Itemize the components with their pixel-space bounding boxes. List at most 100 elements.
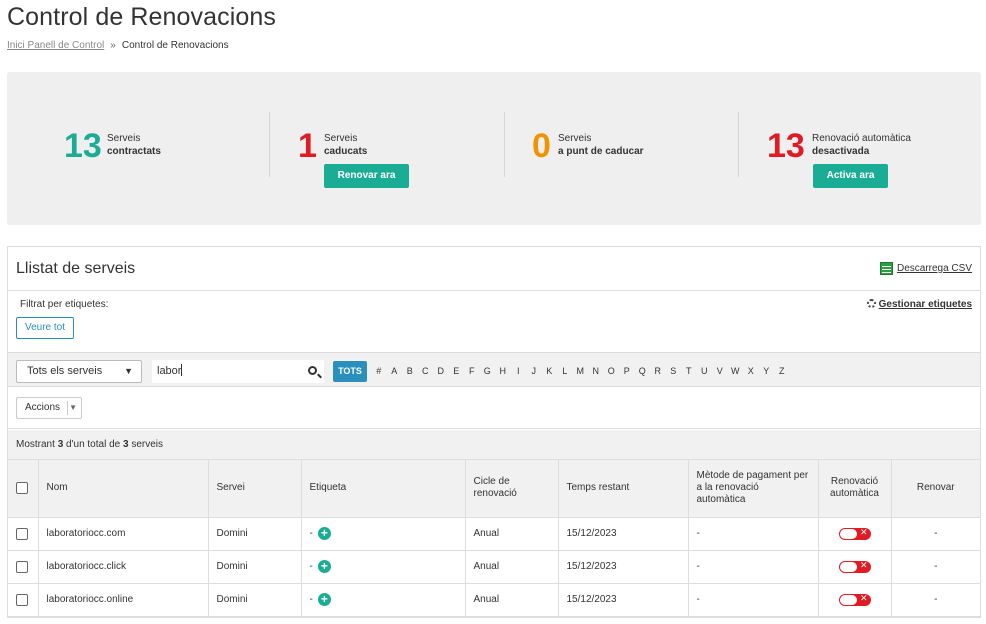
add-tag-icon[interactable]: +: [317, 527, 331, 540]
column-header-name[interactable]: Nom: [38, 460, 209, 518]
select-all-cell: [8, 460, 39, 518]
letter-filter-item[interactable]: I: [511, 361, 527, 382]
autorenew-toggle[interactable]: ✕: [838, 593, 871, 606]
letter-filter-item[interactable]: J: [526, 361, 542, 382]
results-count-suffix: serveis: [131, 439, 164, 450]
letter-filter-item[interactable]: V: [712, 361, 728, 382]
services-table: Nom Servei Etiqueta Cicle de renovació T…: [8, 460, 980, 617]
letter-filter-all[interactable]: TOTS: [333, 361, 367, 382]
row-service: Domini: [208, 550, 302, 584]
service-type-select[interactable]: Tots els serveis ▼: [16, 360, 142, 383]
manage-tags-label: Gestionar etiquetes: [878, 299, 972, 310]
stat-contracted-label: Serveis: [107, 133, 141, 144]
renew-now-button[interactable]: Renovar ara: [324, 164, 409, 188]
letter-filter-item[interactable]: R: [650, 361, 666, 382]
services-panel-header: Llistat de serveis Descarrega CSV: [8, 247, 980, 291]
letter-filter-item[interactable]: F: [464, 361, 480, 382]
breadcrumb-current: Control de Renovacions: [121, 40, 229, 51]
tag-filter-label: Filtrat per etiquetes:: [20, 299, 109, 310]
letter-filter-item[interactable]: O: [604, 361, 620, 382]
search-icon[interactable]: [308, 366, 317, 375]
column-header-time-left[interactable]: Temps restant: [558, 460, 689, 518]
text-caret: [181, 364, 183, 376]
row-checkbox[interactable]: [16, 560, 28, 573]
manage-tags-link[interactable]: Gestionar etiquetes: [866, 299, 972, 310]
row-time-left: 15/12/2023: [558, 517, 689, 551]
stat-expired-label: Serveis: [324, 133, 358, 144]
letter-filter-item[interactable]: C: [418, 361, 434, 382]
table-row: laboratoriocc.com Domini - + Anual 15/12/…: [8, 517, 980, 551]
letter-filter-item[interactable]: W: [728, 361, 744, 382]
letter-filter-item[interactable]: U: [697, 361, 713, 382]
add-tag-icon[interactable]: +: [317, 560, 331, 573]
results-count-prefix: Mostrant: [16, 439, 55, 450]
letter-filter-item[interactable]: S: [666, 361, 682, 382]
tag-filter: Filtrat per etiquetes: Veure tot Gestion…: [8, 292, 980, 344]
stat-autorenew-label: Renovació automàtica: [812, 133, 911, 144]
gear-icon: [866, 299, 876, 308]
row-renew: -: [891, 583, 980, 617]
autorenew-toggle[interactable]: ✕: [838, 527, 871, 540]
results-count-middle: d'un total de: [66, 439, 121, 450]
row-cycle: Anual: [465, 583, 559, 617]
column-header-service[interactable]: Servei: [208, 460, 302, 518]
letter-filter-item[interactable]: T: [681, 361, 697, 382]
row-cycle: Anual: [465, 550, 559, 584]
column-header-autorenew[interactable]: Renovació automàtica: [818, 460, 892, 518]
column-header-payment-method[interactable]: Mètode de pagament per a la renovació au…: [688, 460, 819, 518]
row-service: Domini: [208, 517, 302, 551]
stat-expiring-number: 0: [532, 127, 551, 165]
letter-filter-item[interactable]: D: [433, 361, 449, 382]
row-payment-method: -: [688, 550, 819, 584]
letter-filter-item[interactable]: P: [619, 361, 635, 382]
stat-expired: 1 Serveis caducats Renovar ara: [270, 72, 504, 225]
actions-dropdown-label: Accions: [25, 402, 61, 413]
download-csv-link[interactable]: Descarrega CSV: [879, 262, 972, 275]
search-input[interactable]: labor: [152, 360, 324, 383]
letter-filter-item[interactable]: H: [495, 361, 511, 382]
stat-autorenew-sublabel: desactivada: [812, 146, 870, 157]
view-all-button[interactable]: Veure tot: [16, 317, 74, 339]
stat-autorenew-number: 13: [767, 127, 805, 165]
stat-expiring-sublabel: a punt de caducar: [558, 146, 644, 157]
letter-filter-item[interactable]: N: [588, 361, 604, 382]
column-header-cycle[interactable]: Cicle de renovació: [465, 460, 559, 518]
autorenew-toggle[interactable]: ✕: [838, 560, 871, 573]
letter-filter-item[interactable]: B: [402, 361, 418, 382]
page-title: Control de Renovacions: [7, 3, 277, 31]
breadcrumb-home-link[interactable]: Inici Panell de Control: [7, 40, 104, 51]
row-checkbox[interactable]: [16, 593, 28, 606]
row-tag: -: [309, 561, 313, 573]
row-payment-method: -: [688, 583, 819, 617]
row-name: laboratoriocc.online: [38, 583, 209, 617]
activate-now-button[interactable]: Activa ara: [813, 164, 888, 188]
results-count-shown: 3: [57, 439, 64, 450]
letter-filter-item[interactable]: Y: [759, 361, 775, 382]
spreadsheet-icon: [879, 262, 893, 275]
letter-filter-item[interactable]: Q: [635, 361, 651, 382]
filter-toolbar: Tots els serveis ▼ labor TOTS # A B C D E F G H I J…: [8, 352, 980, 387]
row-time-left: 15/12/2023: [558, 583, 689, 617]
letter-filter: TOTS # A B C D E F G H I J K L M N O P Q R S T U V W X Y Z: [333, 360, 790, 383]
stat-expiring: 0 Serveis a punt de caducar: [505, 72, 738, 225]
letter-filter-item[interactable]: L: [557, 361, 573, 382]
letter-filter-item[interactable]: K: [542, 361, 558, 382]
letter-filter-item[interactable]: Z: [774, 361, 790, 382]
letter-filter-item[interactable]: E: [449, 361, 465, 382]
add-tag-icon[interactable]: +: [317, 593, 331, 606]
row-checkbox[interactable]: [16, 527, 28, 540]
actions-dropdown[interactable]: Accions ▼: [16, 397, 82, 419]
stat-contracted: 13 Serveis contractats: [7, 72, 269, 225]
breadcrumb-separator: »: [110, 40, 116, 51]
letter-filter-item[interactable]: A: [387, 361, 403, 382]
chevron-down-icon: ▼: [69, 403, 77, 412]
stat-autorenew-disabled: 13 Renovació automàtica desactivada Acti…: [739, 72, 981, 225]
column-header-tag[interactable]: Etiqueta: [301, 460, 466, 518]
select-all-checkbox[interactable]: [16, 481, 28, 494]
letter-filter-item[interactable]: X: [743, 361, 759, 382]
letter-filter-item[interactable]: #: [371, 361, 387, 382]
summary-panel: 13 Serveis contractats 1 Serveis caducat…: [7, 72, 981, 225]
letter-filter-item[interactable]: G: [480, 361, 496, 382]
letter-filter-item[interactable]: M: [573, 361, 589, 382]
stat-expired-number: 1: [298, 127, 317, 165]
